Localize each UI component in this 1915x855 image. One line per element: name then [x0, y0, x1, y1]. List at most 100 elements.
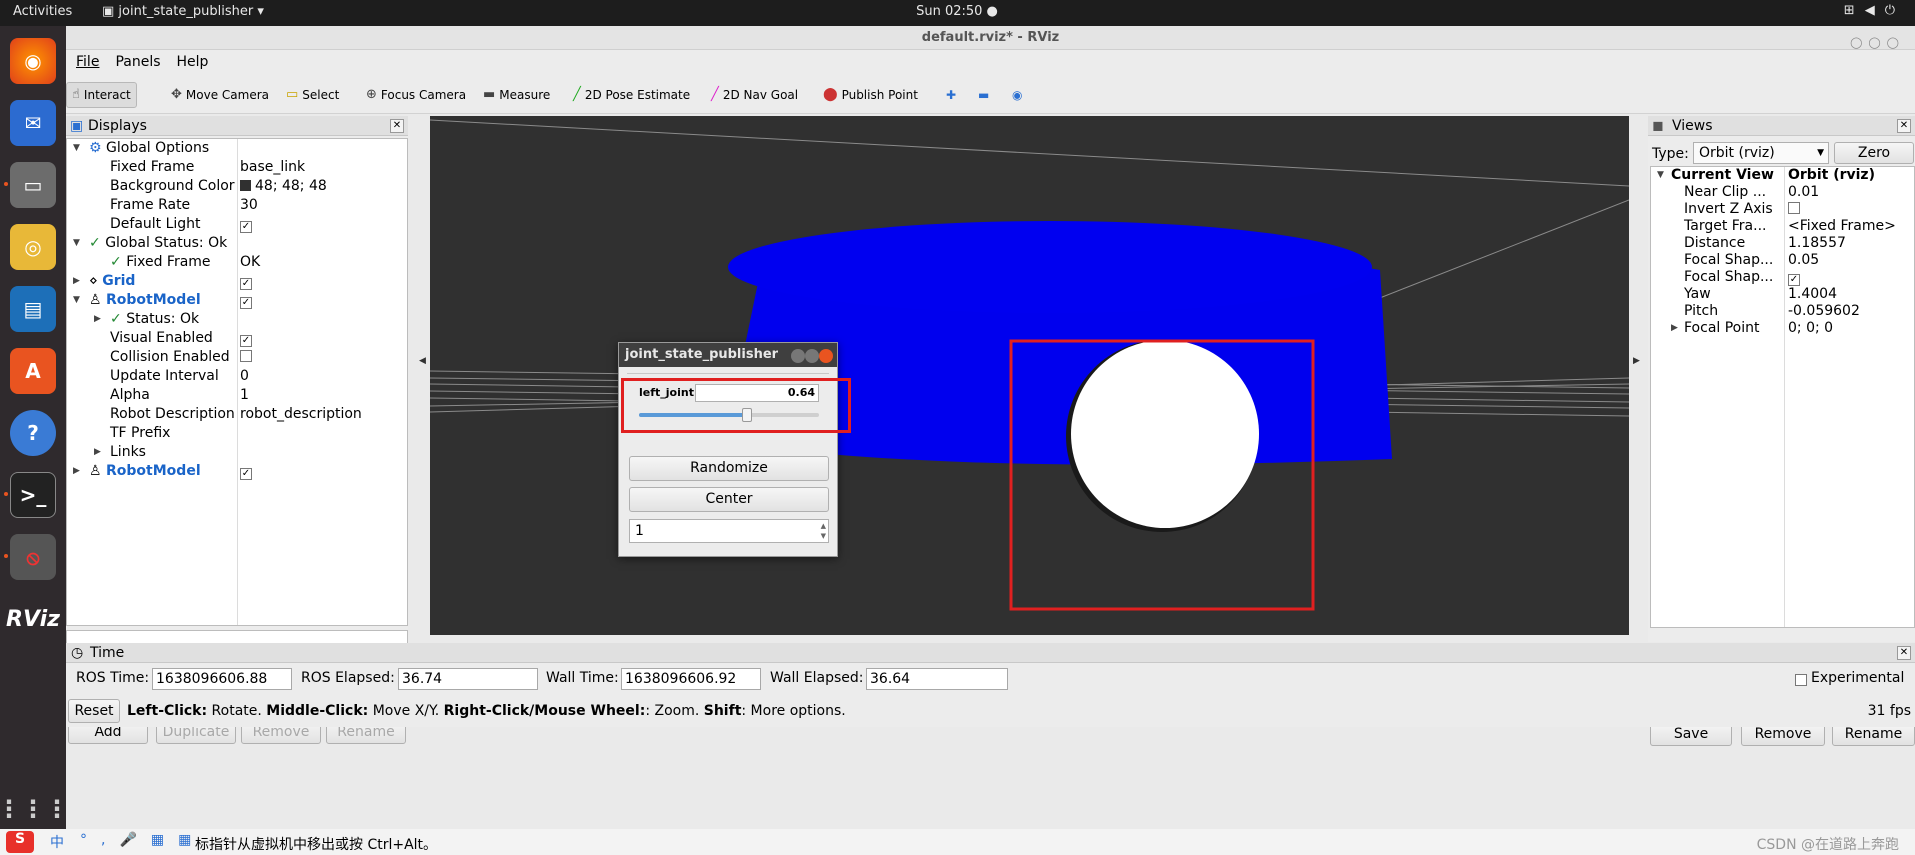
- invert-z-checkbox[interactable]: [1788, 202, 1800, 214]
- spinbox-arrows-icon[interactable]: ▲ ▼: [821, 521, 826, 541]
- tree-row-global-status[interactable]: ▼ ✓ Global Status: Ok: [67, 234, 407, 253]
- tree-row-fixed-frame[interactable]: Fixed Frame base_link: [67, 158, 407, 177]
- focal-shape-checkbox[interactable]: ✓: [1788, 274, 1800, 286]
- ime-language[interactable]: 中: [50, 832, 64, 852]
- render-viewport[interactable]: [430, 116, 1629, 635]
- tree-row-robot-description[interactable]: Robot Description robot_description: [67, 405, 407, 424]
- splitter-left-arrow[interactable]: ◀: [419, 356, 426, 366]
- close-icon[interactable]: [819, 349, 833, 363]
- tree-row-grid[interactable]: ▶ ⋄ Grid ✓: [67, 272, 407, 291]
- menu-panels[interactable]: Panels: [105, 50, 166, 70]
- tree-row-invert-z[interactable]: Invert Z Axis: [1651, 201, 1914, 218]
- add-tool-button[interactable]: ✚: [941, 82, 961, 108]
- tree-row-global-options[interactable]: ▼ ⚙ Global Options: [67, 139, 407, 158]
- tree-row-focal-point[interactable]: ▶ Focal Point 0; 0; 0: [1651, 320, 1914, 337]
- tree-row-yaw[interactable]: Yaw 1.4004: [1651, 286, 1914, 303]
- close-icon[interactable]: ✕: [390, 119, 404, 133]
- close-icon[interactable]: ✕: [1897, 646, 1911, 660]
- tree-row-target-frame[interactable]: Target Fra... <Fixed Frame>: [1651, 218, 1914, 235]
- pose-estimate-tool[interactable]: ╱ 2D Pose Estimate: [568, 82, 695, 108]
- splitter-right-arrow[interactable]: ▶: [1633, 356, 1640, 366]
- collapse-icon[interactable]: ▶: [94, 310, 101, 329]
- robotmodel-2-checkbox[interactable]: ✓: [240, 468, 252, 480]
- tree-row-distance[interactable]: Distance 1.18557: [1651, 235, 1914, 252]
- tree-row-tf-prefix[interactable]: TF Prefix: [67, 424, 407, 443]
- expand-icon[interactable]: ▼: [73, 234, 80, 253]
- interact-tool[interactable]: ☝ Interact: [66, 82, 137, 108]
- collision-enabled-checkbox[interactable]: [240, 350, 252, 362]
- move-camera-tool[interactable]: ✥ Move Camera: [166, 82, 274, 108]
- wall-time-field[interactable]: 1638096606.92: [621, 668, 761, 690]
- firefox-icon[interactable]: ◉: [10, 38, 56, 84]
- tree-row-robotmodel[interactable]: ▼ ♙ RobotModel ✓: [67, 291, 407, 310]
- visual-enabled-checkbox[interactable]: ✓: [240, 335, 252, 347]
- software-center-icon[interactable]: A: [10, 348, 56, 394]
- jsp-window-controls[interactable]: [791, 348, 833, 372]
- files-icon[interactable]: ▭: [10, 162, 56, 208]
- spinbox[interactable]: 1 ▲ ▼: [629, 519, 829, 543]
- terminal-icon[interactable]: >_: [10, 472, 56, 518]
- menu-help[interactable]: Help: [167, 50, 215, 70]
- expand-icon[interactable]: ▼: [1657, 167, 1664, 184]
- clock[interactable]: Sun 02:50 ●: [916, 4, 998, 19]
- tree-row-focal-shape-fixed[interactable]: Focal Shap... ✓: [1651, 269, 1914, 286]
- rviz-icon[interactable]: RViz: [6, 596, 60, 642]
- tree-row-default-light[interactable]: Default Light ✓: [67, 215, 407, 234]
- tree-row-robotmodel-2[interactable]: ▶ ♙ RobotModel ✓: [67, 462, 407, 481]
- ros-time-field[interactable]: 1638096606.88: [152, 668, 292, 690]
- tree-row-alpha[interactable]: Alpha 1: [67, 386, 407, 405]
- tree-row-frame-rate[interactable]: Frame Rate 30: [67, 196, 407, 215]
- tree-row-current-view[interactable]: ▼ Current View Orbit (rviz): [1651, 167, 1914, 184]
- center-button[interactable]: Center: [629, 487, 829, 512]
- expand-icon[interactable]: ▼: [73, 139, 80, 158]
- wall-elapsed-field[interactable]: 36.64: [866, 668, 1008, 690]
- tree-row-links[interactable]: ▶ Links: [67, 443, 407, 462]
- blocked-icon[interactable]: ⦸: [10, 534, 56, 580]
- eye-tool-button[interactable]: ◉: [1007, 82, 1027, 108]
- thunderbird-icon[interactable]: ✉: [10, 100, 56, 146]
- maximize-icon[interactable]: [805, 349, 819, 363]
- writer-icon[interactable]: ▤: [10, 286, 56, 332]
- reset-button[interactable]: Reset: [68, 699, 120, 723]
- tree-row-fixed-frame-status[interactable]: ✓ Fixed Frame OK: [67, 253, 407, 272]
- sogou-icon[interactable]: S: [6, 831, 34, 853]
- show-apps-icon[interactable]: ⋮⋮⋮: [0, 786, 69, 832]
- experimental-checkbox[interactable]: [1795, 674, 1807, 686]
- remove-tool-button[interactable]: ▬: [973, 82, 994, 108]
- nav-goal-tool[interactable]: ╱ 2D Nav Goal: [706, 82, 803, 108]
- robotmodel-checkbox[interactable]: ✓: [240, 297, 252, 309]
- ime-tools-icons[interactable]: °,🎤▦▦: [80, 832, 205, 848]
- tree-row-background-color[interactable]: Background Color 48; 48; 48: [67, 177, 407, 196]
- tree-row-visual-enabled[interactable]: Visual Enabled ✓: [67, 329, 407, 348]
- grid-checkbox[interactable]: ✓: [240, 278, 252, 290]
- help-icon[interactable]: ?: [10, 410, 56, 456]
- tree-row-collision-enabled[interactable]: Collision Enabled: [67, 348, 407, 367]
- tree-row-status[interactable]: ▶ ✓ Status: Ok: [67, 310, 407, 329]
- tree-row-pitch[interactable]: Pitch -0.059602: [1651, 303, 1914, 320]
- default-light-checkbox[interactable]: ✓: [240, 221, 252, 233]
- ros-elapsed-field[interactable]: 36.74: [398, 668, 538, 690]
- collapse-icon[interactable]: ▶: [1671, 320, 1678, 337]
- publish-point-tool[interactable]: ⬤ Publish Point: [818, 82, 923, 108]
- close-icon[interactable]: ✕: [1897, 119, 1911, 133]
- measure-tool[interactable]: ▬ Measure: [478, 82, 555, 108]
- color-swatch[interactable]: [240, 180, 251, 191]
- activities-button[interactable]: Activities: [13, 4, 72, 19]
- expand-icon[interactable]: ▼: [73, 291, 80, 310]
- menu-file[interactable]: File: [66, 50, 105, 70]
- view-type-select[interactable]: Orbit (rviz) ▼: [1693, 142, 1829, 164]
- collapse-icon[interactable]: ▶: [73, 462, 80, 481]
- collapse-icon[interactable]: ▶: [73, 272, 80, 291]
- tree-row-near-clip[interactable]: Near Clip ... 0.01: [1651, 184, 1914, 201]
- focus-camera-tool[interactable]: ⊕ Focus Camera: [361, 82, 471, 108]
- select-tool[interactable]: ▭ Select: [281, 82, 344, 108]
- app-menu[interactable]: ▣ joint_state_publisher ▾: [102, 4, 264, 19]
- rhythmbox-icon[interactable]: ◎: [10, 224, 56, 270]
- tree-row-focal-shape-size[interactable]: Focal Shap... 0.05: [1651, 252, 1914, 269]
- minimize-icon[interactable]: [791, 349, 805, 363]
- tree-row-update-interval[interactable]: Update Interval 0: [67, 367, 407, 386]
- system-tray[interactable]: ⊞◀⏻: [1844, 3, 1905, 18]
- randomize-button[interactable]: Randomize: [629, 456, 829, 481]
- collapse-icon[interactable]: ▶: [94, 443, 101, 462]
- zero-button[interactable]: Zero: [1834, 142, 1914, 164]
